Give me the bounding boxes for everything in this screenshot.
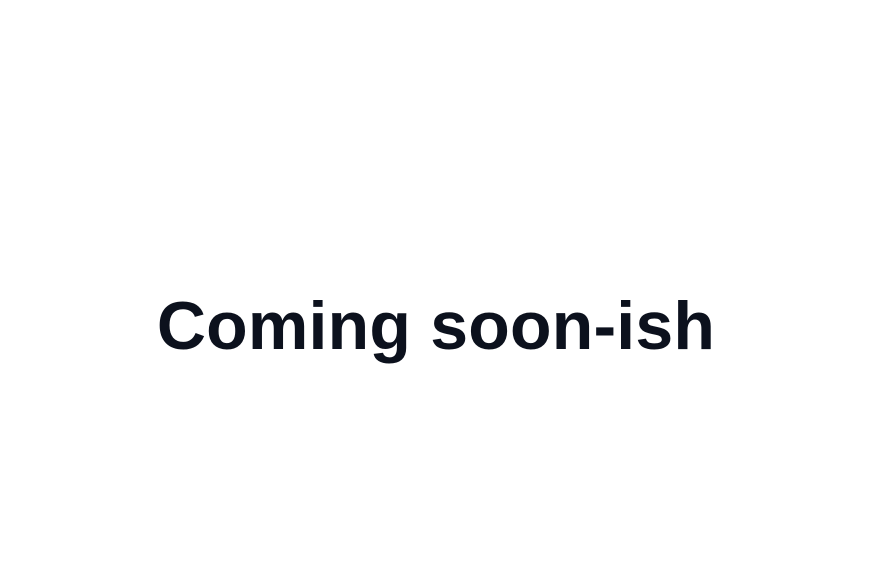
page: Coming soon-ish [0,0,892,583]
page-title: Coming soon-ish [156,288,716,364]
